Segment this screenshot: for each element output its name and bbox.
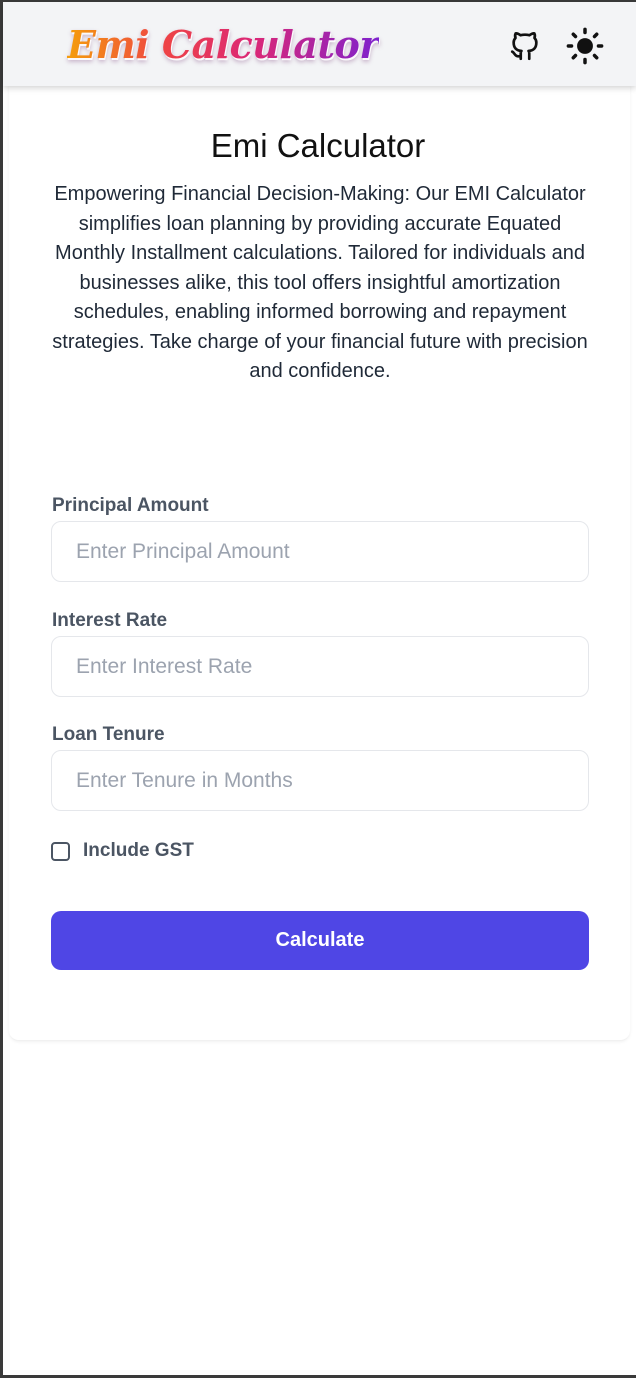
app-logo[interactable]: Emi Calculator xyxy=(67,20,379,70)
page-description: Empowering Financial Decision-Making: Ou… xyxy=(52,183,588,382)
window-border-left xyxy=(0,0,3,1378)
principal-label: Principal Amount xyxy=(52,495,209,516)
tenure-input[interactable] xyxy=(51,750,589,811)
principal-input[interactable] xyxy=(51,521,589,582)
tenure-label: Loan Tenure xyxy=(52,724,165,745)
navbar: Emi Calculator xyxy=(3,2,636,86)
page-title: Emi Calculator xyxy=(210,127,426,164)
sun-icon xyxy=(566,27,604,65)
interest-input[interactable] xyxy=(51,636,589,697)
calculate-button[interactable]: Calculate xyxy=(51,911,589,970)
theme-toggle-button[interactable] xyxy=(565,26,605,66)
gst-checkbox[interactable] xyxy=(51,841,70,861)
github-link[interactable] xyxy=(505,26,545,66)
interest-label: Interest Rate xyxy=(52,610,168,631)
gst-label[interactable]: Include GST xyxy=(83,840,194,862)
github-icon xyxy=(510,32,538,61)
gst-option: Include GST xyxy=(51,838,194,864)
